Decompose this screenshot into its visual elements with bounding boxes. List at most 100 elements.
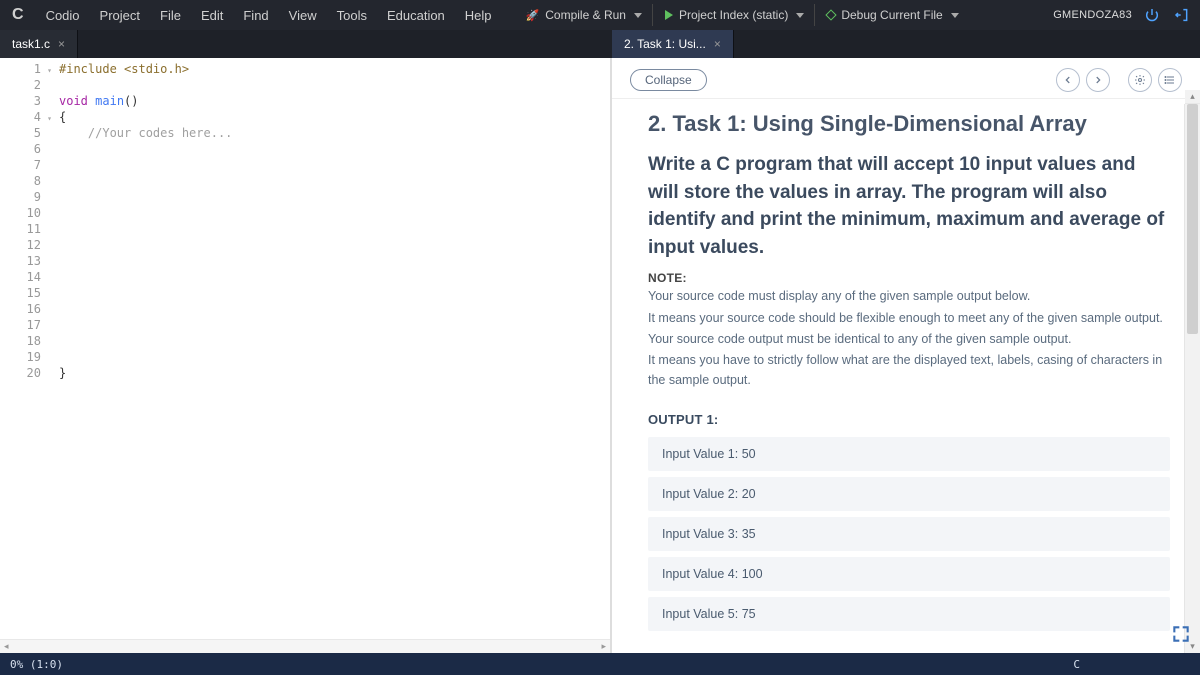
code-line[interactable] [59, 333, 606, 349]
code-line[interactable] [59, 205, 606, 221]
tabbar: task1.c × 2. Task 1: Usi... × [0, 30, 1200, 58]
line-number: 15 [0, 285, 55, 301]
line-number: 19 [0, 349, 55, 365]
line-number: 16 [0, 301, 55, 317]
line-number: 6 [0, 141, 55, 157]
code-line[interactable]: #include <stdio.h> [59, 61, 606, 77]
line-number: 18 [0, 333, 55, 349]
code-line[interactable] [59, 237, 606, 253]
code-line[interactable]: void main() [59, 93, 606, 109]
compile-run-label: Compile & Run [545, 8, 626, 22]
menu-item-file[interactable]: File [150, 4, 191, 27]
line-number: 2 [0, 77, 55, 93]
code-line[interactable] [59, 141, 606, 157]
code-line[interactable]: } [59, 365, 606, 381]
code-line[interactable] [59, 77, 606, 93]
code-line[interactable] [59, 253, 606, 269]
guide-toolbar: Collapse [612, 58, 1200, 99]
code-line[interactable] [59, 285, 606, 301]
line-number: 1 [0, 61, 55, 77]
menu-item-edit[interactable]: Edit [191, 4, 233, 27]
codio-logo-icon: C [8, 6, 28, 24]
menu-item-tools[interactable]: Tools [327, 4, 377, 27]
username-label: GMENDOZA83 [1053, 9, 1132, 21]
menu-item-project[interactable]: Project [90, 4, 150, 27]
sample-output-row: Input Value 3: 35 [648, 517, 1170, 551]
code-line[interactable]: //Your codes here... [59, 125, 606, 141]
toc-list-icon[interactable] [1158, 68, 1182, 92]
scrollbar-thumb[interactable] [1187, 104, 1198, 334]
line-number: 3 [0, 93, 55, 109]
line-number: 9 [0, 189, 55, 205]
menu-item-codio[interactable]: Codio [36, 4, 90, 27]
menu-item-find[interactable]: Find [233, 4, 278, 27]
line-number: 10 [0, 205, 55, 221]
compile-run-button[interactable]: Compile & Run [516, 4, 653, 26]
line-number: 5 [0, 125, 55, 141]
code-line[interactable] [59, 157, 606, 173]
main-area: 1234567891011121314151617181920 #include… [0, 58, 1200, 653]
close-icon[interactable]: × [58, 37, 65, 51]
settings-gear-icon[interactable] [1128, 68, 1152, 92]
exit-icon[interactable] [1172, 5, 1192, 25]
line-number: 4 [0, 109, 55, 125]
project-index-button[interactable]: Project Index (static) [655, 4, 815, 26]
chevron-down-icon [951, 13, 959, 18]
note-line: It means you have to strictly follow wha… [648, 351, 1170, 390]
line-number: 11 [0, 221, 55, 237]
code-line[interactable] [59, 269, 606, 285]
close-icon[interactable]: × [714, 37, 721, 51]
line-number: 12 [0, 237, 55, 253]
code-line[interactable] [59, 189, 606, 205]
status-position: 0% (1:0) [0, 658, 73, 671]
sample-output-row: Input Value 5: 75 [648, 597, 1170, 631]
line-number: 13 [0, 253, 55, 269]
rocket-icon [526, 8, 540, 22]
menubar: C CodioProjectFileEditFindViewToolsEduca… [0, 0, 1200, 30]
editor-code[interactable]: #include <stdio.h> void main(){ //Your co… [55, 58, 610, 653]
code-line[interactable] [59, 301, 606, 317]
editor-gutter: 1234567891011121314151617181920 [0, 58, 55, 653]
line-number: 17 [0, 317, 55, 333]
next-page-button[interactable] [1086, 68, 1110, 92]
debug-button[interactable]: Debug Current File [817, 4, 968, 26]
editor-tab-task1[interactable]: task1.c × [0, 30, 78, 58]
power-icon[interactable] [1142, 5, 1162, 25]
sample-output-row: Input Value 4: 100 [648, 557, 1170, 591]
guide-description: Write a C program that will accept 10 in… [648, 151, 1170, 261]
note-heading: NOTE: [648, 271, 1170, 285]
guide-tab-label: 2. Task 1: Usi... [624, 37, 706, 51]
chevron-down-icon [796, 13, 804, 18]
guide-content: 2. Task 1: Using Single-Dimensional Arra… [612, 99, 1200, 653]
code-line[interactable]: { [59, 109, 606, 125]
code-line[interactable] [59, 173, 606, 189]
collapse-button[interactable]: Collapse [630, 69, 707, 91]
code-line[interactable] [59, 349, 606, 365]
guide-tab-task1[interactable]: 2. Task 1: Usi... × [612, 30, 734, 58]
sample-output-row: Input Value 2: 20 [648, 477, 1170, 511]
guide-scrollbar[interactable]: ▴ ▾ [1184, 104, 1200, 653]
output-heading: OUTPUT 1: [648, 412, 1170, 427]
sample-output-row: Input Value 1: 50 [648, 437, 1170, 471]
guide-title: 2. Task 1: Using Single-Dimensional Arra… [648, 111, 1170, 137]
editor-pane: 1234567891011121314151617181920 #include… [0, 58, 612, 653]
debug-icon [826, 9, 837, 20]
line-number: 20 [0, 365, 55, 381]
fullscreen-icon[interactable] [1168, 621, 1194, 647]
status-language: C [1063, 658, 1200, 671]
chevron-down-icon [634, 13, 642, 18]
editor-hscrollbar[interactable]: ◂▸ [0, 639, 610, 653]
play-icon [665, 10, 673, 20]
code-line[interactable] [59, 221, 606, 237]
statusbar: 0% (1:0) C [0, 653, 1200, 675]
guide-pane: Collapse 2. Task 1: Using Single-Dimensi… [612, 58, 1200, 653]
menu-item-help[interactable]: Help [455, 4, 502, 27]
menu-item-view[interactable]: View [279, 4, 327, 27]
debug-label: Debug Current File [841, 8, 942, 22]
editor-tab-label: task1.c [12, 37, 50, 51]
note-line: Your source code output must be identica… [648, 330, 1170, 349]
prev-page-button[interactable] [1056, 68, 1080, 92]
code-line[interactable] [59, 317, 606, 333]
line-number: 7 [0, 157, 55, 173]
menu-item-education[interactable]: Education [377, 4, 455, 27]
